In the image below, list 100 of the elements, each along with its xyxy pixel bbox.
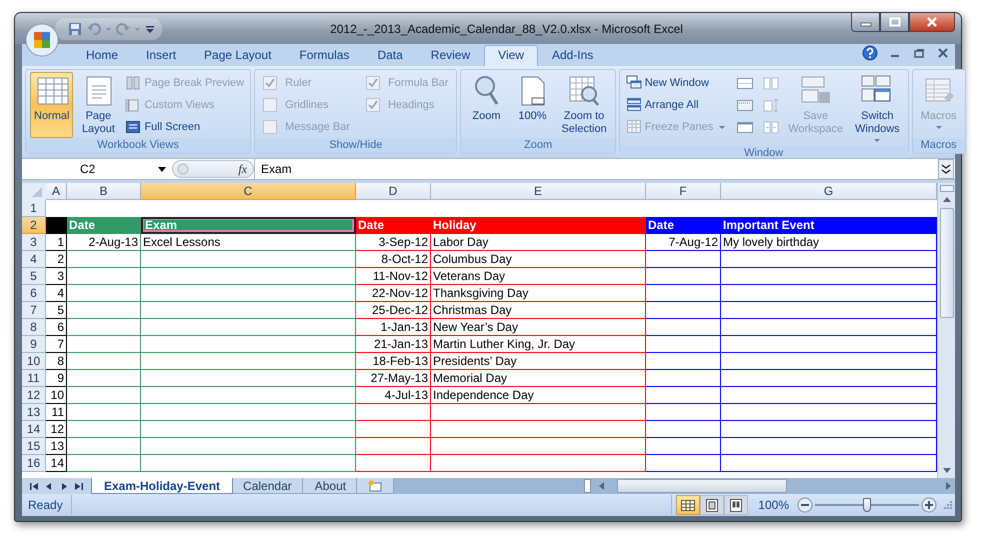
table-cell: 1-Jan-13 [356,319,431,336]
arrange-icon [626,97,642,113]
column-header[interactable]: G [721,183,937,200]
sheet-tab[interactable]: Exam-Holiday-Event [91,478,234,494]
column-header[interactable]: F [646,183,721,200]
table-cell: 13 [46,438,67,455]
ribbon-button[interactable]: Switch Windows [851,72,904,146]
column-header[interactable]: A [46,183,67,200]
resize-grip-icon[interactable] [943,500,953,510]
table-cell: Thanksgiving Day [431,285,646,302]
table-cell: 18-Feb-13 [356,353,431,370]
ribbon-tab[interactable]: Formulas [285,45,364,66]
table-cell: 1 [46,234,67,251]
checkbox-label: Message Bar [285,121,350,133]
sheet-tab[interactable]: Calendar [230,478,305,494]
close-icon[interactable] [936,46,950,60]
table-cell: 7-Aug-12 [646,234,721,251]
table-cell: 7 [46,336,67,353]
redo-icon[interactable] [115,20,131,36]
table-cell: My lovely birthday [721,234,937,251]
row-header[interactable]: 11 [22,370,46,387]
zoom-in-icon[interactable] [921,497,937,513]
zoom-level[interactable]: 100% [758,498,789,512]
ribbon-button[interactable]: New Window [624,73,728,93]
row-header[interactable]: 16 [22,455,46,472]
ribbon-tab[interactable]: Insert [132,45,190,66]
close-icon[interactable] [926,17,938,27]
name-box[interactable]: C2 [22,159,172,179]
checkbox-label: Gridlines [285,99,329,111]
row-header[interactable]: 10 [22,353,46,370]
zoom-selection-icon [567,74,602,108]
split-handle[interactable] [940,185,954,192]
ribbon-button[interactable]: Zoom to Selection [557,72,611,138]
table-cell: 11-Nov-12 [356,268,431,285]
row-header[interactable]: 1 [22,200,46,217]
split-handle[interactable] [584,479,591,493]
table-cell: Independence Day [431,387,646,404]
row-header[interactable]: 15 [22,438,46,455]
table-cell: New Year’s Day [431,319,646,336]
table-cell: Presidents’ Day [431,353,646,370]
table-cell: Martin Luther King, Jr. Day [431,336,646,353]
ribbon-tab[interactable]: Add-Ins [538,45,608,66]
row-header[interactable]: 12 [22,387,46,404]
save-icon[interactable] [67,20,83,36]
table-cell: Columbus Day [431,251,646,268]
table-cell: Labor Day [431,234,646,251]
expand-icon[interactable] [938,159,954,179]
row-header[interactable]: 9 [22,336,46,353]
zoom-out-icon[interactable] [797,497,813,513]
resize-handle-icon[interactable] [177,163,189,175]
row-header[interactable]: 7 [22,302,46,319]
table-cell: Memorial Day [431,370,646,387]
row-header[interactable]: 13 [22,404,46,421]
page-break-icon [125,75,142,91]
vertical-scrollbar[interactable] [937,183,955,478]
table-cell: 8-Oct-12 [356,251,431,268]
ribbon-tab[interactable]: Review [416,45,484,66]
maximize-icon[interactable] [888,17,900,27]
row-header[interactable]: 3 [22,234,46,251]
checkbox-label: Ruler [285,77,312,89]
row-header[interactable]: 2 [22,217,46,234]
header-cell[interactable]: Exam [141,217,356,234]
column-header[interactable]: E [431,183,646,200]
row-header[interactable]: 5 [22,268,46,285]
ribbon-tab[interactable]: Data [363,45,417,66]
ribbon-button[interactable]: Zoom [465,72,508,138]
table-cell: 27-May-13 [356,370,431,387]
first-sheet-icon[interactable] [28,480,40,492]
ribbon-button[interactable]: Normal [30,72,74,138]
ribbon-tab[interactable]: Home [72,45,132,66]
insert-function-button[interactable]: fx [238,162,249,176]
table-cell: 12 [46,421,67,438]
last-sheet-icon[interactable] [73,480,85,492]
column-header[interactable]: D [356,183,431,200]
column-header[interactable]: C [141,183,356,200]
header-cell: Date [646,217,721,234]
ribbon-tab[interactable]: Page Layout [190,45,286,66]
undo-icon[interactable] [86,20,102,36]
ribbon-tab[interactable]: View [484,45,538,66]
row-header[interactable]: 14 [22,421,46,438]
ribbon-button[interactable]: Page Layout [77,72,120,138]
restore-icon[interactable] [912,46,926,60]
ribbon-button[interactable]: Arrange All [624,95,728,115]
row-header[interactable]: 6 [22,285,46,302]
column-header[interactable]: B [67,183,141,200]
insert-sheet-icon[interactable] [367,480,384,492]
table-cell: Christmas Day [431,302,646,319]
checkbox-label: Headings [388,99,434,111]
help-icon[interactable] [862,45,878,61]
header-cell: Holiday [431,217,646,234]
custom-views-icon [125,97,142,113]
caret-icon[interactable] [158,166,166,172]
ribbon-button[interactable]: Full Screen [123,117,246,137]
row-header[interactable]: 4 [22,251,46,268]
row-header[interactable]: 8 [22,319,46,336]
table-cell: 8 [46,353,67,370]
slider-thumb[interactable] [863,498,871,512]
ribbon-button[interactable]: 100% [511,72,554,138]
table-cell: 5 [46,302,67,319]
table-cell: 4-Jul-13 [356,387,431,404]
